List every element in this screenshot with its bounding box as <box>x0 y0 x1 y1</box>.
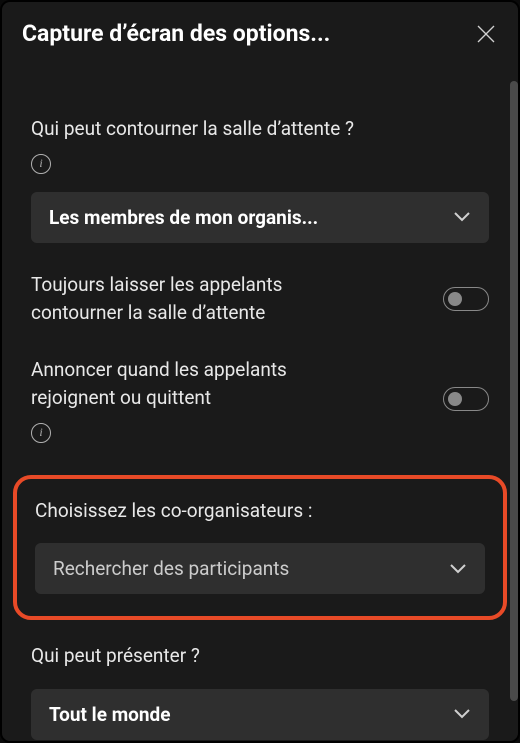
dropdown-value: Les membres de mon organis... <box>49 206 318 229</box>
dialog-title: Capture d’écran des options... <box>22 20 330 47</box>
chevron-down-icon <box>449 563 467 575</box>
co-organizers-label: Choisissez les co-organisateurs : <box>35 499 312 522</box>
who-present-dropdown[interactable]: Tout le monde <box>31 689 489 740</box>
dropdown-placeholder: Rechercher des participants <box>53 557 289 580</box>
who-present-label: Qui peut présenter ? <box>31 644 200 667</box>
always-let-callers-label: Toujours laisser les appelants contourne… <box>31 271 371 328</box>
announce-callers-toggle[interactable] <box>443 387 489 411</box>
info-icon[interactable]: i <box>31 423 51 443</box>
toggle-knob <box>448 392 462 406</box>
announce-callers-label: Annoncer quand les appelants rejoignent … <box>31 356 371 413</box>
bypass-lobby-dropdown[interactable]: Les membres de mon organis... <box>31 192 489 243</box>
chevron-down-icon <box>453 708 471 720</box>
bypass-lobby-label: Qui peut contourner la salle d’attente ? <box>31 115 354 144</box>
info-icon[interactable]: i <box>31 154 51 174</box>
scrollbar-thumb[interactable] <box>510 81 518 701</box>
scrollbar-track[interactable] <box>510 81 518 701</box>
co-organizers-dropdown[interactable]: Rechercher des participants <box>35 543 485 594</box>
always-let-callers-toggle[interactable] <box>443 287 489 311</box>
dropdown-value: Tout le monde <box>49 703 171 726</box>
close-icon[interactable] <box>476 24 496 44</box>
co-organizers-highlight: Choisissez les co-organisateurs : Recher… <box>13 475 507 621</box>
chevron-down-icon <box>453 211 471 223</box>
toggle-knob <box>448 292 462 306</box>
